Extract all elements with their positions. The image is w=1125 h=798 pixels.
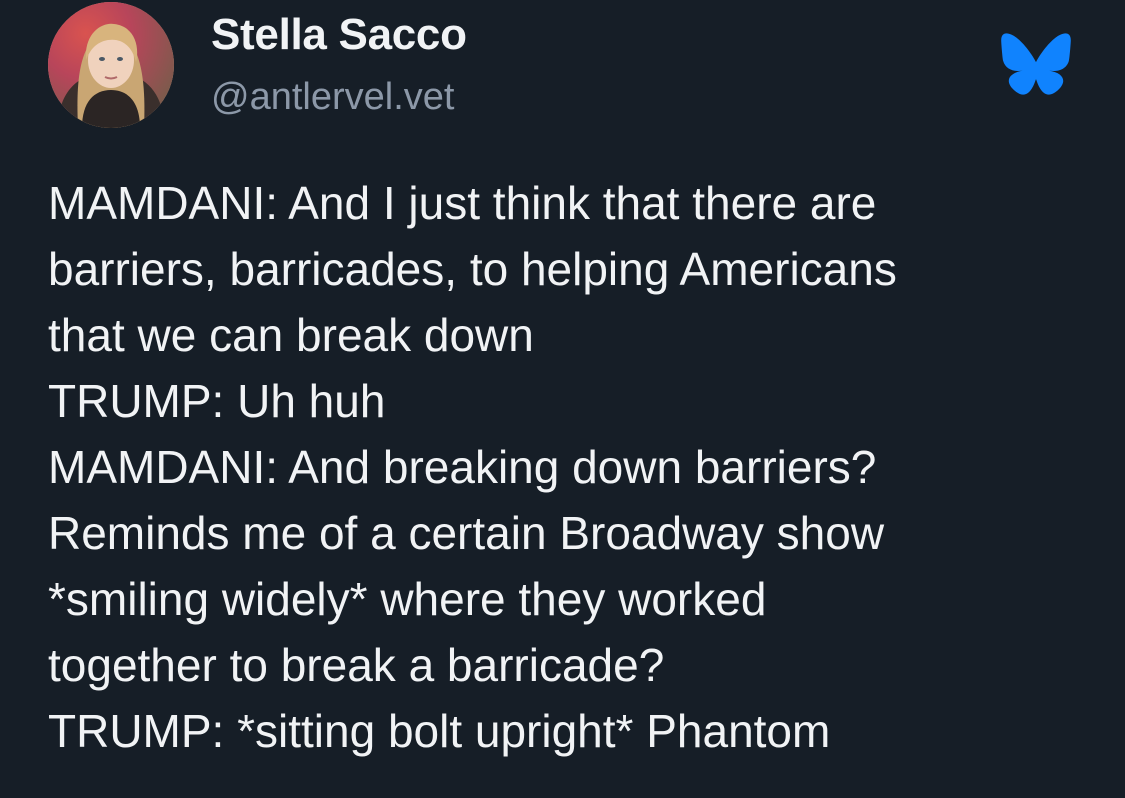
post-text-line: MAMDANI: And breaking down barriers?: [48, 441, 877, 493]
post-text-line: *smiling widely* where they worked: [48, 573, 767, 625]
post-text: MAMDANI: And I just think that there are…: [48, 170, 1098, 764]
avatar[interactable]: [48, 2, 174, 128]
post-text-line: that we can break down: [48, 309, 534, 361]
author-display-name[interactable]: Stella Sacco: [211, 10, 467, 60]
post-text-line: MAMDANI: And I just think that there are: [48, 177, 877, 229]
post-text-line: TRUMP: Uh huh: [48, 375, 386, 427]
post-card: Stella Sacco @antlervel.vet MAMDANI: And…: [0, 0, 1125, 798]
profile-photo: [48, 2, 174, 128]
author-handle[interactable]: @antlervel.vet: [211, 76, 454, 119]
post-text-line: together to break a barricade?: [48, 639, 665, 691]
bluesky-butterfly-icon[interactable]: [1000, 32, 1072, 96]
post-text-line: Reminds me of a certain Broadway show: [48, 507, 885, 559]
post-text-line: barriers, barricades, to helping America…: [48, 243, 897, 295]
post-text-line: TRUMP: *sitting bolt upright* Phantom: [48, 705, 831, 757]
